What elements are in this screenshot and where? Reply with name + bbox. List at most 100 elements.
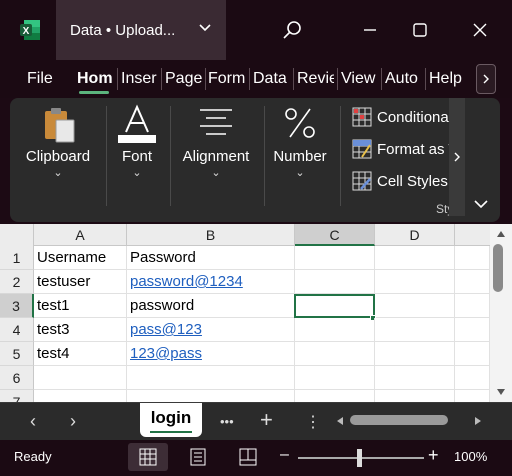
- cell-e5[interactable]: [455, 342, 490, 366]
- chevron-down-icon[interactable]: [198, 20, 212, 38]
- column-header-d[interactable]: D: [375, 224, 455, 246]
- cell-b3[interactable]: password: [127, 294, 295, 318]
- tab-file[interactable]: File: [27, 70, 53, 88]
- add-sheet-button[interactable]: +: [260, 407, 273, 433]
- tab-review[interactable]: Revie: [297, 70, 334, 88]
- cell-d4[interactable]: [375, 318, 455, 342]
- page-layout-view-icon[interactable]: [178, 443, 218, 471]
- sheet-options-button[interactable]: ⋮: [305, 412, 321, 432]
- close-icon[interactable]: [468, 18, 492, 42]
- zoom-in-button[interactable]: +: [428, 445, 439, 466]
- row-header-1[interactable]: 1: [0, 246, 34, 270]
- vertical-scroll-thumb[interactable]: [493, 244, 503, 292]
- row-header-4[interactable]: 4: [0, 318, 34, 342]
- cell-b5[interactable]: 123@pass: [127, 342, 295, 366]
- cell-c1[interactable]: [295, 246, 375, 270]
- next-sheet-button[interactable]: ›: [70, 411, 76, 432]
- ribbon-more-button[interactable]: [449, 98, 465, 216]
- tab-help[interactable]: Help: [429, 70, 466, 88]
- scroll-right-icon[interactable]: [474, 416, 482, 426]
- cell-b2[interactable]: password@1234: [127, 270, 295, 294]
- tab-page-layout[interactable]: Page: [165, 70, 202, 88]
- cell-a4[interactable]: test3: [34, 318, 127, 342]
- cell-a3[interactable]: test1: [34, 294, 127, 318]
- cell-a6[interactable]: [34, 366, 127, 390]
- maximize-icon[interactable]: [408, 18, 432, 42]
- cell-b1[interactable]: Password: [127, 246, 295, 270]
- scroll-up-icon[interactable]: [496, 230, 506, 238]
- select-all-corner[interactable]: [0, 224, 34, 246]
- zoom-slider-thumb[interactable]: [357, 449, 362, 467]
- column-header-b[interactable]: B: [127, 224, 295, 246]
- horizontal-scroll-thumb[interactable]: [350, 415, 448, 425]
- cell-e7[interactable]: [455, 390, 490, 402]
- cell-a1[interactable]: Username: [34, 246, 127, 270]
- cell-c3-selected[interactable]: [294, 294, 375, 318]
- cell-d2[interactable]: [375, 270, 455, 294]
- cell-a2[interactable]: testuser: [34, 270, 127, 294]
- cell-a7[interactable]: [34, 390, 127, 402]
- cell-e2[interactable]: [455, 270, 490, 294]
- tab-data[interactable]: Data: [253, 70, 290, 88]
- row-header-5[interactable]: 5: [0, 342, 34, 366]
- cell-d3[interactable]: [375, 294, 455, 318]
- page-break-view-icon[interactable]: [228, 443, 268, 471]
- cell-c2[interactable]: [295, 270, 375, 294]
- column-header-c[interactable]: C: [295, 224, 375, 246]
- cell-c6[interactable]: [295, 366, 375, 390]
- cell-d6[interactable]: [375, 366, 455, 390]
- tab-formulas[interactable]: Form: [208, 70, 245, 88]
- row-header-3[interactable]: 3: [0, 294, 34, 318]
- cell-d1[interactable]: [375, 246, 455, 270]
- cell-a5[interactable]: test4: [34, 342, 127, 366]
- column-header-e[interactable]: [455, 224, 490, 246]
- cell-e3[interactable]: [455, 294, 490, 318]
- percent-icon: [284, 106, 316, 145]
- cell-c7[interactable]: [295, 390, 375, 402]
- cell-c5[interactable]: [295, 342, 375, 366]
- row-header-2[interactable]: 2: [0, 270, 34, 294]
- row-header-6[interactable]: 6: [0, 366, 34, 390]
- ribbon-collapse-button[interactable]: [474, 196, 488, 212]
- tab-automate[interactable]: Auto: [385, 70, 422, 88]
- normal-view-icon[interactable]: [128, 443, 168, 471]
- clipboard-icon: [42, 106, 76, 149]
- tab-divider: [249, 68, 250, 90]
- clipboard-group[interactable]: Clipboard ⌄: [10, 98, 106, 222]
- format-as-table-button[interactable]: Format as T: [352, 139, 456, 159]
- cell-b4[interactable]: pass@123: [127, 318, 295, 342]
- cell-d5[interactable]: [375, 342, 455, 366]
- font-group[interactable]: Font ⌄: [108, 98, 166, 222]
- tab-divider: [117, 68, 118, 90]
- cell-b7[interactable]: [127, 390, 295, 402]
- cell-e6[interactable]: [455, 366, 490, 390]
- row-header-7[interactable]: 7: [0, 390, 34, 402]
- cell-e4[interactable]: [455, 318, 490, 342]
- tab-view[interactable]: View: [341, 70, 378, 88]
- cell-e1[interactable]: [455, 246, 490, 270]
- worksheet-grid[interactable]: A B C D 1 2 3 4 5 6 7 Username Password …: [0, 224, 512, 402]
- conditional-formatting-label: Conditional: [377, 108, 453, 126]
- minimize-icon[interactable]: [358, 18, 382, 42]
- prev-sheet-button[interactable]: ‹: [30, 411, 36, 432]
- number-group[interactable]: Number ⌄: [266, 98, 334, 222]
- more-sheets-button[interactable]: •••: [220, 414, 234, 429]
- zoom-out-button[interactable]: –: [280, 446, 289, 464]
- cell-c4[interactable]: [295, 318, 375, 342]
- scroll-left-icon[interactable]: [336, 416, 344, 426]
- column-headers: A B C D: [0, 224, 490, 246]
- scroll-down-icon[interactable]: [496, 388, 506, 396]
- tab-scroll-right-button[interactable]: [476, 64, 496, 94]
- cell-styles-button[interactable]: Cell Styles: [352, 171, 456, 191]
- workbook-title[interactable]: Data • Upload...: [56, 0, 226, 60]
- cell-d7[interactable]: [375, 390, 455, 402]
- alignment-group[interactable]: Alignment ⌄: [172, 98, 260, 222]
- tab-insert[interactable]: Inser: [121, 70, 158, 88]
- tab-home[interactable]: Hom: [77, 70, 113, 88]
- conditional-formatting-button[interactable]: Conditional: [352, 107, 456, 127]
- search-icon[interactable]: [280, 18, 304, 42]
- zoom-level[interactable]: 100%: [454, 449, 487, 464]
- font-color-icon: [116, 104, 158, 149]
- column-header-a[interactable]: A: [34, 224, 127, 246]
- cell-b6[interactable]: [127, 366, 295, 390]
